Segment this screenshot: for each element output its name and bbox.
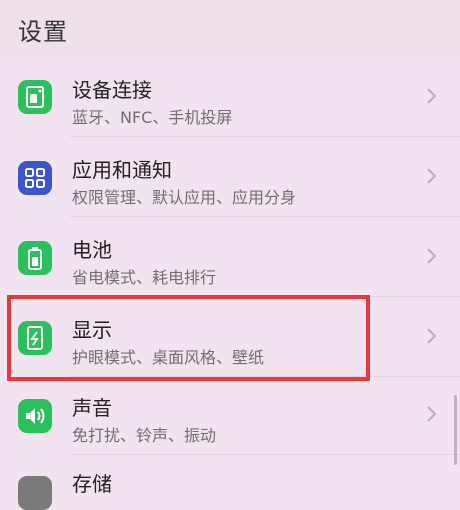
page-title: 设置 xyxy=(18,18,68,46)
chevron-right-icon xyxy=(427,248,437,264)
highlight-box xyxy=(7,295,370,381)
settings-item-title: 电池 xyxy=(72,238,112,262)
chevron-right-icon xyxy=(427,88,437,104)
header-bar: 设置 xyxy=(0,0,460,56)
chevron-right-icon xyxy=(427,168,437,184)
scrollbar[interactable] xyxy=(454,395,457,465)
settings-item-apps-notifications[interactable]: 应用和通知 权限管理、默认应用、应用分身 xyxy=(0,136,460,216)
chevron-right-icon xyxy=(427,406,437,422)
settings-item-subtitle: 省电模式、耗电排行 xyxy=(72,268,217,287)
speaker-icon xyxy=(18,399,52,433)
chevron-right-icon xyxy=(427,328,437,344)
settings-item-device-connection[interactable]: 设备连接 蓝牙、NFC、手机投屏 xyxy=(0,56,460,136)
storage-icon xyxy=(18,476,52,510)
apps-grid-icon xyxy=(18,161,52,195)
settings-item-subtitle: 免打扰、铃声、振动 xyxy=(72,426,217,445)
settings-item-title: 设备连接 xyxy=(72,78,152,102)
settings-item-title: 声音 xyxy=(72,396,112,420)
settings-item-battery[interactable]: 电池 省电模式、耗电排行 xyxy=(0,216,460,296)
settings-item-storage[interactable]: 存储 xyxy=(0,454,460,510)
settings-item-subtitle: 蓝牙、NFC、手机投屏 xyxy=(72,108,233,127)
battery-icon xyxy=(18,241,52,275)
device-connection-icon xyxy=(18,80,52,114)
settings-item-title: 应用和通知 xyxy=(72,158,172,182)
settings-item-title: 存储 xyxy=(72,472,112,496)
settings-item-subtitle: 权限管理、默认应用、应用分身 xyxy=(72,188,297,207)
settings-item-sound[interactable]: 声音 免打扰、铃声、振动 xyxy=(0,376,460,456)
